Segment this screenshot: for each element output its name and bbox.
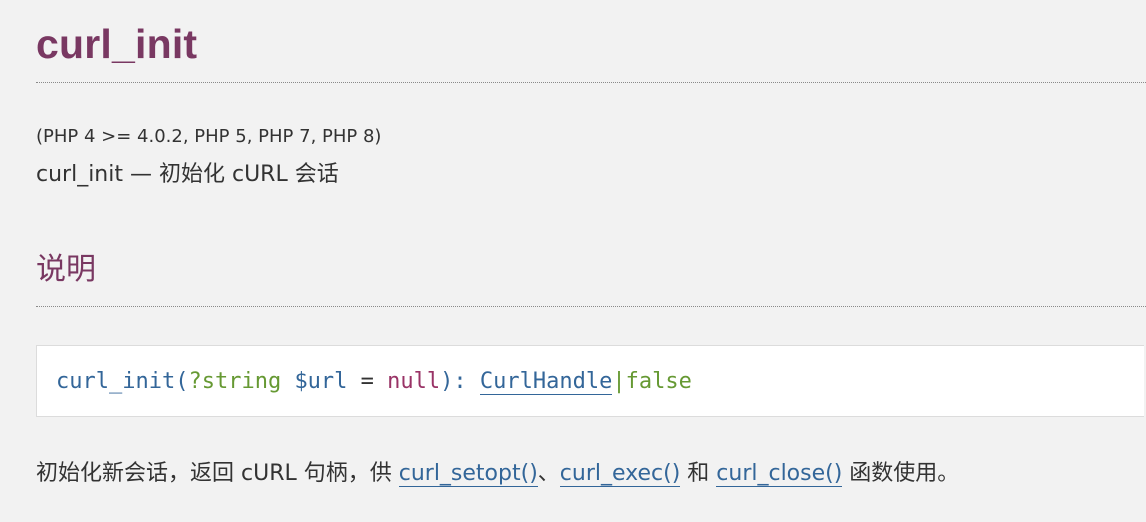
curl-close-link[interactable]: curl_close() [716, 461, 843, 487]
section-heading-description: 说明 [36, 252, 96, 287]
page-title: curl_init [36, 21, 198, 67]
description-paragraph: 初始化新会话，返回 cURL 句柄，供 curl_setopt()、curl_e… [36, 458, 959, 490]
synopsis-pipe: | [612, 369, 626, 394]
synopsis-param-type: ?string [188, 369, 282, 394]
curlhandle-link[interactable]: CurlHandle [479, 369, 613, 395]
synopsis-open-paren: ( [175, 369, 189, 394]
synopsis-close-paren: ): [440, 369, 480, 394]
section-divider [36, 306, 1146, 307]
description-separator-1: 、 [537, 461, 560, 486]
curl-exec-link[interactable]: curl_exec() [559, 461, 681, 487]
synopsis-default-null: null [387, 369, 441, 394]
description-separator-2: 和 [680, 461, 717, 486]
method-synopsis: curl_init(?string $url = null): CurlHand… [36, 345, 1144, 417]
curl-setopt-link[interactable]: curl_setopt() [398, 461, 538, 487]
synopsis-return-false: false [625, 369, 692, 394]
version-info: (PHP 4 >= 4.0.2, PHP 5, PHP 7, PHP 8) [36, 126, 382, 147]
ref-purpose: curl_init — 初始化 cURL 会话 [36, 162, 339, 187]
description-suffix: 函数使用。 [842, 461, 960, 486]
synopsis-function-name: curl_init [56, 369, 176, 394]
description-prefix: 初始化新会话，返回 cURL 句柄，供 [36, 461, 399, 486]
synopsis-code: curl_init(?string $url = null): CurlHand… [56, 366, 692, 398]
synopsis-param-var: $url [294, 369, 348, 394]
title-divider [36, 82, 1146, 83]
synopsis-equals: = [347, 369, 388, 394]
